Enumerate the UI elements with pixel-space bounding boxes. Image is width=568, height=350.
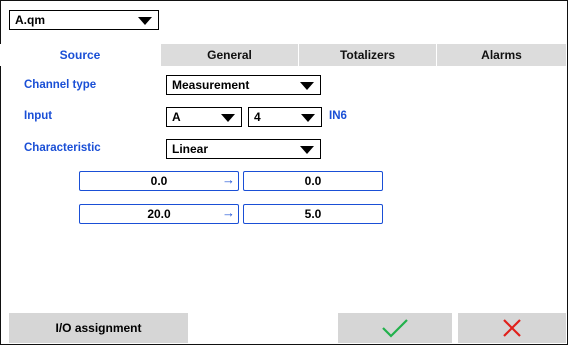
chevron-down-icon <box>300 146 314 154</box>
tab-bar: Source General Totalizers Alarms <box>0 44 566 66</box>
tab-source-label: Source <box>59 48 101 62</box>
channel-type-select[interactable]: Measurement <box>166 75 321 95</box>
tab-general[interactable]: General <box>160 44 298 66</box>
chevron-down-icon <box>138 17 152 25</box>
ok-button[interactable] <box>338 313 452 343</box>
arrow-right-icon: → <box>222 205 235 220</box>
object-select[interactable]: A.qm <box>9 10 159 30</box>
characteristic-label: Characteristic <box>24 142 101 154</box>
channel-type-value: Measurement <box>172 78 250 92</box>
tab-general-label: General <box>207 48 252 62</box>
input-slot-select[interactable]: A <box>166 107 242 127</box>
mapping-from-field-1[interactable]: 0.0 <box>79 171 239 191</box>
io-assignment-button[interactable]: I/O assignment <box>9 313 188 343</box>
characteristic-select[interactable]: Linear <box>166 139 321 159</box>
input-label: Input <box>24 110 53 122</box>
tab-totalizers-label: Totalizers <box>339 48 396 62</box>
tab-alarms-label: Alarms <box>481 48 522 62</box>
close-icon <box>503 319 521 337</box>
check-icon <box>382 319 408 338</box>
object-select-value: A.qm <box>15 13 45 27</box>
channel-type-label: Channel type <box>24 79 97 91</box>
input-channel-select[interactable]: 4 <box>248 107 322 127</box>
chevron-down-icon <box>301 114 315 122</box>
io-assignment-label: I/O assignment <box>55 321 142 335</box>
input-io-name: IN6 <box>329 110 347 122</box>
input-channel-value: 4 <box>254 110 261 124</box>
tab-alarms[interactable]: Alarms <box>436 44 566 66</box>
cancel-button[interactable] <box>458 313 566 343</box>
mapping-from-field-2[interactable]: 20.0 <box>79 204 239 224</box>
tab-source[interactable]: Source <box>0 44 160 66</box>
characteristic-value: Linear <box>172 142 209 156</box>
chevron-down-icon <box>221 114 235 122</box>
chevron-down-icon <box>300 82 314 90</box>
input-slot-value: A <box>172 110 181 124</box>
mapping-to-field-1[interactable]: 0.0 <box>243 171 383 191</box>
mapping-to-field-2[interactable]: 5.0 <box>243 204 383 224</box>
arrow-right-icon: → <box>222 172 235 187</box>
tab-totalizers[interactable]: Totalizers <box>298 44 436 66</box>
